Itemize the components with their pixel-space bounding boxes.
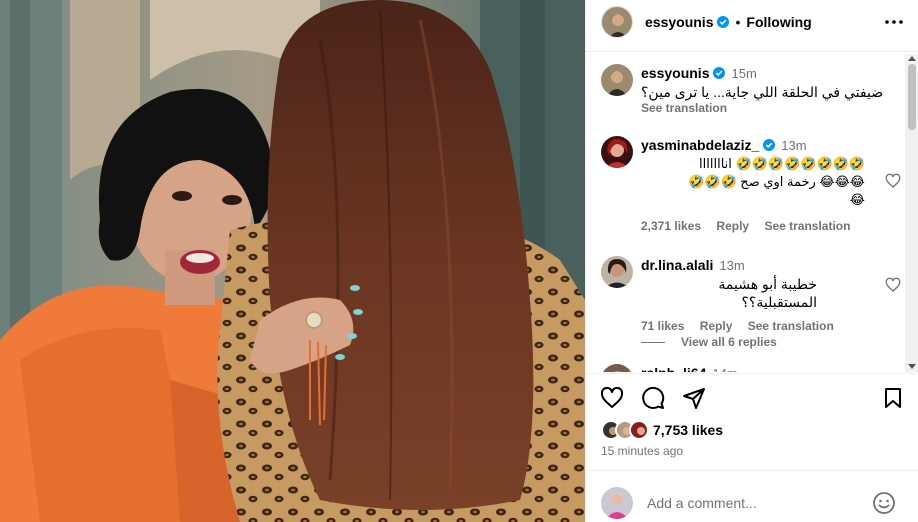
scroll-down-arrow[interactable] bbox=[908, 364, 916, 369]
comment-button[interactable] bbox=[640, 385, 666, 411]
comment-text: خطيبة أبو هشيمة المستقبلية؟؟ bbox=[718, 276, 817, 310]
likes-summary[interactable]: 7,753 likes bbox=[601, 419, 723, 441]
author-avatar[interactable] bbox=[601, 5, 633, 38]
comment-time[interactable]: 13m bbox=[781, 138, 806, 153]
save-button[interactable] bbox=[880, 385, 906, 411]
heart-icon bbox=[600, 386, 624, 408]
likes-count[interactable]: 7,753 likes bbox=[653, 422, 723, 438]
comment-box-divider bbox=[586, 470, 918, 471]
header-divider bbox=[586, 51, 918, 52]
emoji-icon[interactable] bbox=[872, 491, 896, 515]
comment-time[interactable]: 13m bbox=[719, 258, 744, 273]
see-translation-link[interactable]: See translation bbox=[641, 101, 901, 115]
current-user-avatar bbox=[601, 486, 633, 519]
heart-icon[interactable] bbox=[885, 173, 901, 189]
post-photo[interactable] bbox=[0, 0, 585, 522]
comment-item: ralph_li64 14m bbox=[601, 364, 901, 372]
post-actions bbox=[586, 385, 918, 415]
share-icon bbox=[683, 388, 705, 409]
comment-icon bbox=[642, 387, 665, 409]
commenter-avatar[interactable] bbox=[601, 256, 633, 288]
comment-text: 😂😂😂 رخمة اوي صح 🤣🤣🤣 bbox=[688, 174, 865, 189]
see-translation-link[interactable]: See translation bbox=[748, 319, 834, 333]
bookmark-icon bbox=[885, 388, 901, 408]
commenter-username[interactable]: essyounis bbox=[641, 65, 709, 81]
comment-text: ضيفتي في الحلقة اللي جاية... يا ترى مين؟ bbox=[641, 84, 884, 100]
comment-text: 😂 bbox=[849, 192, 865, 207]
post-timestamp[interactable]: 15 minutes ago bbox=[601, 444, 683, 458]
actions-divider bbox=[586, 373, 918, 374]
see-translation-link[interactable]: See translation bbox=[764, 219, 850, 233]
comments-list[interactable]: essyounis 15m ضيفتي في الحلقة اللي جاية..… bbox=[586, 54, 906, 372]
add-comment-bar bbox=[586, 483, 918, 522]
view-replies-label: View all 6 replies bbox=[681, 335, 777, 349]
heart-icon[interactable] bbox=[885, 277, 901, 293]
comment-text: 🤣🤣🤣🤣🤣🤣🤣🤣 انااااااا bbox=[699, 156, 865, 171]
post-image bbox=[0, 0, 585, 522]
reply-button[interactable]: Reply bbox=[700, 319, 733, 333]
comment-time[interactable]: 15m bbox=[731, 66, 756, 81]
scroll-up-arrow[interactable] bbox=[908, 56, 916, 61]
verified-icon bbox=[717, 15, 730, 28]
share-button[interactable] bbox=[681, 385, 707, 411]
following-button[interactable]: Following bbox=[746, 14, 811, 30]
scroll-thumb[interactable] bbox=[908, 64, 916, 130]
post-side-panel: essyounis • Following essyounis 15m ضيفتي… bbox=[585, 0, 918, 522]
reply-button[interactable]: Reply bbox=[716, 219, 749, 233]
verified-icon bbox=[713, 67, 726, 79]
like-button[interactable] bbox=[599, 385, 625, 411]
more-options-button[interactable] bbox=[883, 11, 905, 33]
comment-likes[interactable]: 2,371 likes bbox=[641, 219, 701, 233]
comment-likes[interactable]: 71 likes bbox=[641, 319, 684, 333]
comment-input[interactable] bbox=[647, 494, 857, 511]
verified-icon bbox=[763, 139, 776, 151]
view-replies-button[interactable]: View all 6 replies bbox=[641, 335, 777, 349]
commenter-username[interactable]: yasminabdelaziz_ bbox=[641, 137, 759, 153]
commenter-avatar[interactable] bbox=[601, 136, 633, 168]
commenter-username[interactable]: dr.lina.alali bbox=[641, 257, 713, 273]
comment-time[interactable]: 14m bbox=[712, 366, 737, 372]
author-username[interactable]: essyounis bbox=[645, 14, 713, 30]
post-header: essyounis • Following bbox=[586, 0, 918, 43]
commenter-username[interactable]: ralph_li64 bbox=[641, 365, 706, 372]
comment-item: dr.lina.alali 13m خطيبة أبو هشيمة المستقب… bbox=[601, 256, 901, 333]
replies-line bbox=[641, 341, 665, 343]
caption-comment: essyounis 15m ضيفتي في الحلقة اللي جاية..… bbox=[601, 64, 901, 115]
commenter-avatar[interactable] bbox=[601, 364, 633, 372]
more-icon bbox=[885, 20, 903, 24]
comment-item: yasminabdelaziz_ 13m 🤣🤣🤣🤣🤣🤣🤣🤣 انااااااا 😂… bbox=[601, 136, 901, 236]
separator-dot: • bbox=[735, 13, 741, 30]
commenter-avatar[interactable] bbox=[601, 64, 633, 96]
comments-scrollbar[interactable] bbox=[905, 54, 918, 372]
liker-avatar bbox=[629, 420, 649, 440]
